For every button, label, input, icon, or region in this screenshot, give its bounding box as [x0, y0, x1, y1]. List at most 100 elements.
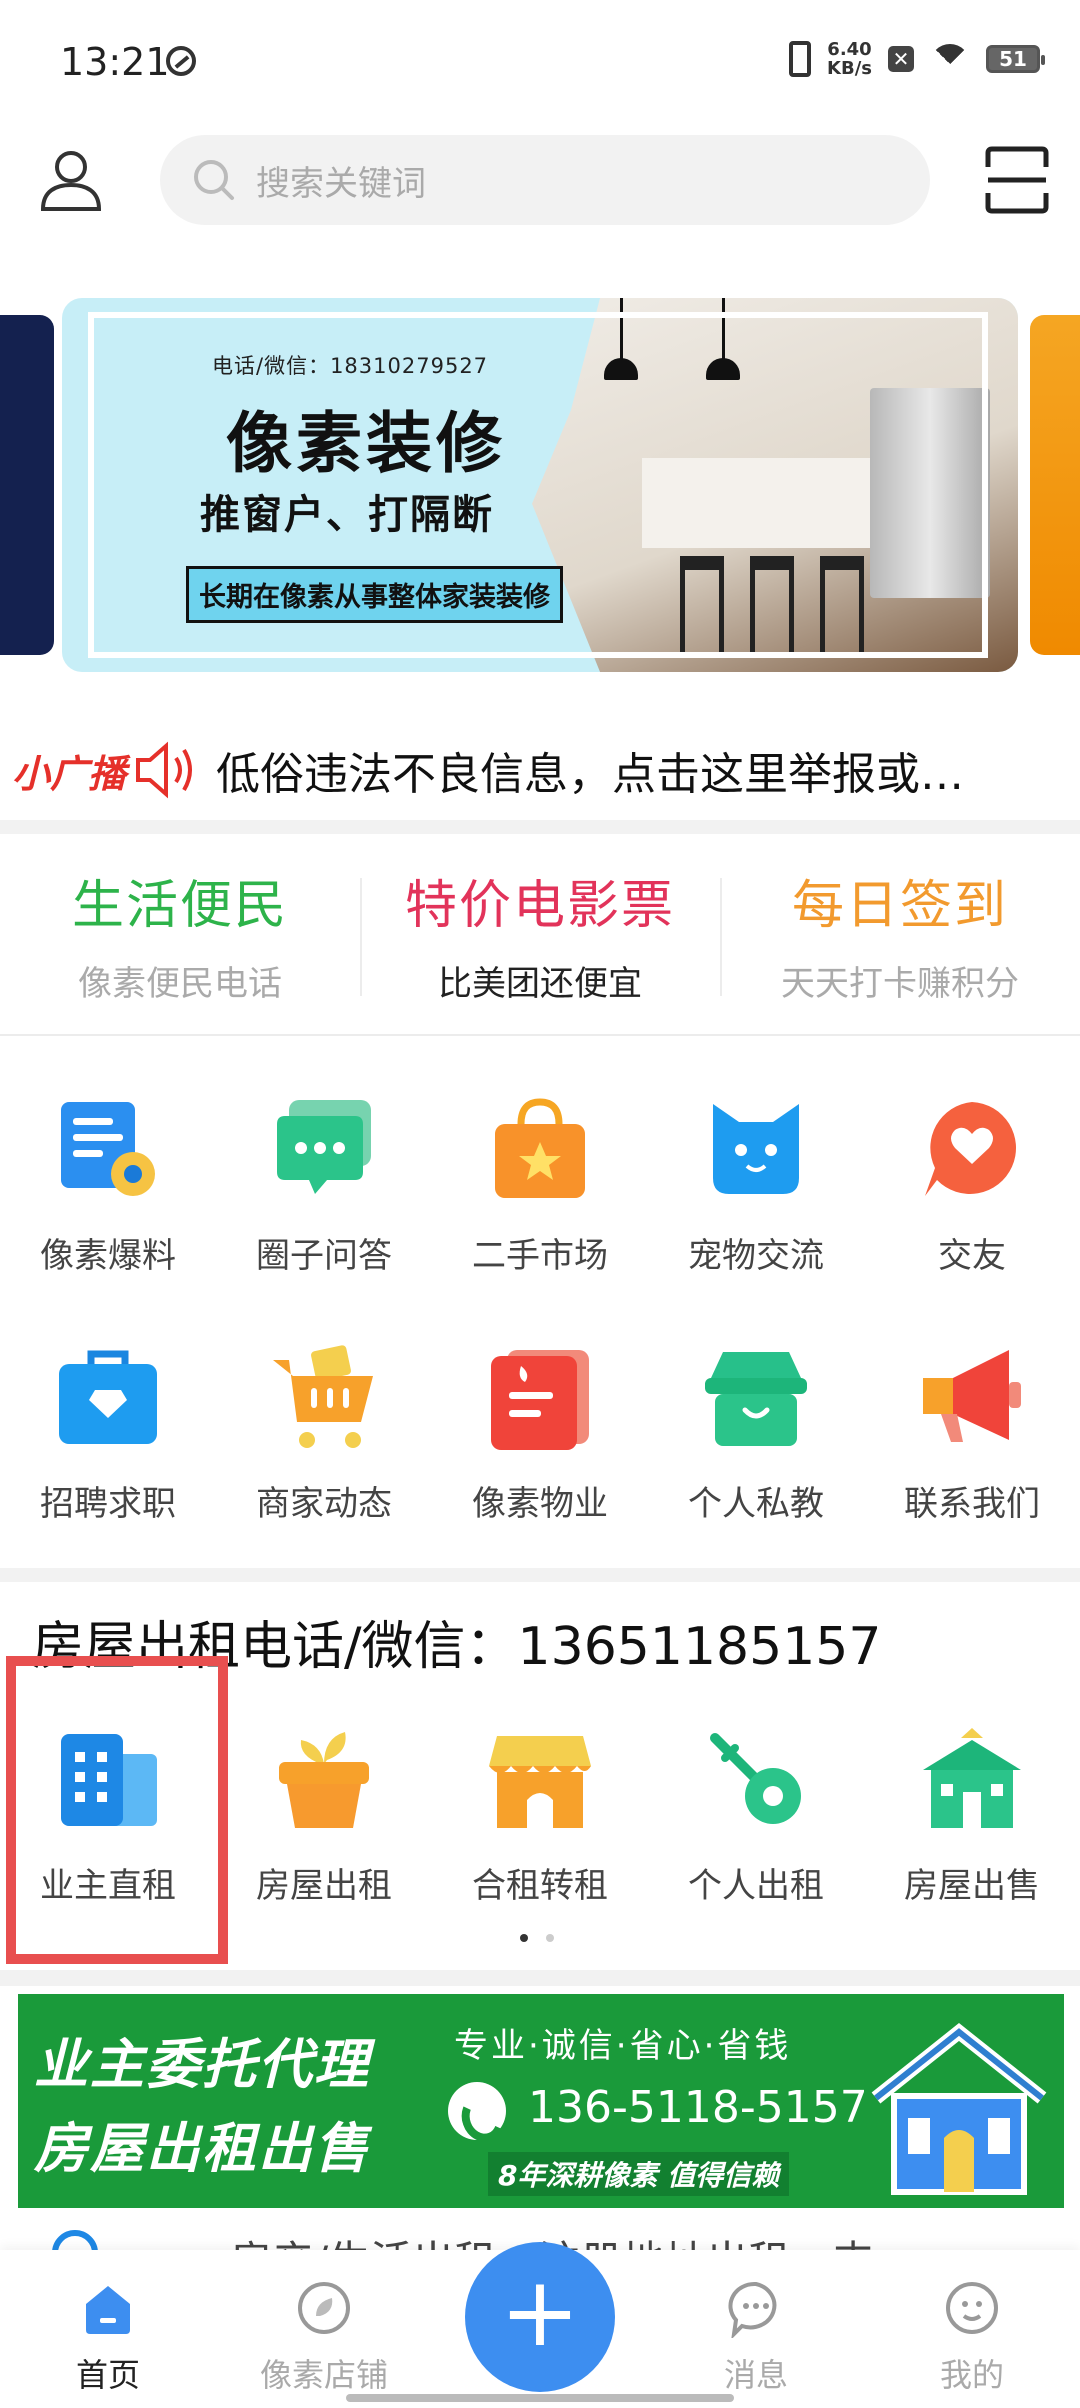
key-icon: [710, 1733, 801, 1824]
ad-slogan: 专业·诚信·省心·省钱: [454, 2026, 792, 2066]
home-icon: [86, 2286, 130, 2334]
section-gap: [0, 1568, 1080, 1582]
grid-label: 宠物交流: [688, 1236, 824, 1276]
grid-label: 房屋出租: [256, 1866, 392, 1906]
grid-label: 二手市场: [472, 1236, 608, 1276]
grid-item-contact-us[interactable]: 联系我们: [864, 1342, 1080, 1525]
page-indicator: [520, 1934, 554, 1942]
leaf-icon: [166, 46, 196, 76]
promo-row: 生活便民 像素便民电话 特价电影票 比美团还便宜 每日签到 天天打卡赚积分: [0, 834, 1080, 1034]
grid-item-qa[interactable]: 圈子问答: [216, 1094, 432, 1277]
page-dot: [546, 1934, 554, 1942]
status-indicators: 6.40 KB/s ✕ 51: [789, 40, 1045, 78]
briefcase-icon: [59, 1350, 157, 1444]
banner-subtitle: 推窗户、打隔断: [200, 492, 494, 538]
grid-label: 招聘求职: [40, 1484, 176, 1524]
grid-item-private-coach[interactable]: 个人私教: [648, 1342, 864, 1525]
nav-label: 首页: [75, 2356, 140, 2394]
battery-icon: 51: [986, 45, 1045, 73]
status-time: 13:21: [60, 40, 170, 84]
grid-label: 个人私教: [688, 1484, 824, 1524]
house-item-rent-out[interactable]: 房屋出租: [216, 1724, 432, 1907]
grid-label: 房屋出售: [904, 1866, 1040, 1906]
nav-label: 像素店铺: [259, 2356, 388, 2394]
banner-next-peek[interactable]: [1030, 315, 1080, 655]
section-gap: [0, 1970, 1080, 1986]
profile-icon: [946, 2282, 998, 2334]
megaphone-icon: [923, 1350, 1021, 1442]
shopping-bag-icon: [495, 1098, 585, 1198]
ad-line-2: 房屋出租出售: [34, 2117, 370, 2180]
plus-icon[interactable]: +: [465, 2242, 615, 2392]
broadcast-notice[interactable]: 小广播 低俗违法不良信息，点击这里举报或…: [0, 720, 1080, 820]
promo-title: 特价电影票: [404, 876, 675, 936]
storefront-icon: [489, 1736, 591, 1828]
notice-text: 低俗违法不良信息，点击这里举报或…: [216, 749, 965, 800]
banner-title: 像素装修: [226, 405, 506, 482]
scan-icon[interactable]: [984, 145, 1050, 215]
feature-grid-row-2: 招聘求职 商家动态 像素物业 个人私教 联系我们: [0, 1342, 1080, 1525]
header: 搜索关键词: [0, 125, 1080, 235]
promo-daily-checkin[interactable]: 每日签到 天天打卡赚积分: [720, 834, 1080, 1034]
section-gap: [0, 820, 1080, 834]
divider: [0, 1034, 1080, 1036]
promo-movie-tickets[interactable]: 特价电影票 比美团还便宜: [360, 834, 720, 1034]
nav-shop[interactable]: 像素店铺: [216, 2250, 432, 2408]
network-speed: 6.40 KB/s: [827, 40, 872, 78]
banner-tag: 长期在像素从事整体家装装修: [186, 566, 563, 623]
wifi-icon: [930, 44, 970, 74]
news-icon: [61, 1102, 155, 1196]
house-item-shared-rent[interactable]: 合租转租: [432, 1724, 648, 1907]
search-icon: [194, 160, 234, 200]
promo-title: 生活便民: [71, 876, 288, 936]
banner-phone: 电话/微信：18310279527: [212, 354, 489, 378]
decoration-banner[interactable]: 电话/微信：18310279527 像素装修 推窗户、打隔断 长期在像素从事整体…: [62, 298, 1018, 672]
nav-messages[interactable]: 消息: [648, 2250, 864, 2408]
shop-icon: [298, 2282, 350, 2334]
grid-item-dating[interactable]: 交友: [864, 1094, 1080, 1277]
promo-life-service[interactable]: 生活便民 像素便民电话: [0, 834, 360, 1034]
notification-x-icon: ✕: [888, 46, 914, 72]
grid-item-property[interactable]: 像素物业: [432, 1342, 648, 1525]
grid-label: 合租转租: [472, 1866, 608, 1906]
grid-item-second-hand[interactable]: 二手市场: [432, 1094, 648, 1277]
user-avatar-icon[interactable]: [38, 147, 104, 213]
nav-add[interactable]: +: [432, 2242, 648, 2408]
grid-label: 像素爆料: [40, 1236, 176, 1276]
grid-label: 像素物业: [472, 1484, 608, 1524]
grid-item-news[interactable]: 像素爆料: [0, 1094, 216, 1277]
grid-item-jobs[interactable]: 招聘求职: [0, 1342, 216, 1525]
house-item-for-sale[interactable]: 房屋出售: [864, 1724, 1080, 1907]
ad-tag: 8年深耕像素 值得信赖: [488, 2152, 790, 2196]
grid-item-merchants[interactable]: 商家动态: [216, 1342, 432, 1525]
nav-home[interactable]: 首页: [0, 2250, 216, 2408]
nav-profile[interactable]: 我的: [864, 2250, 1080, 2408]
grid-item-pets[interactable]: 宠物交流: [648, 1094, 864, 1277]
agency-ad-banner[interactable]: 业主委托代理 房屋出租出售 专业·诚信·省心·省钱 136-5118-5157 …: [18, 1994, 1064, 2208]
feature-grid-row-1: 像素爆料 圈子问答 二手市场 宠物交流 交友: [0, 1094, 1080, 1277]
network-speed-unit: KB/s: [827, 58, 872, 79]
message-icon: [728, 2281, 777, 2338]
home-indicator: [346, 2394, 734, 2402]
chat-bubble-icon: [277, 1100, 371, 1194]
house-item-personal-rent[interactable]: 个人出租: [648, 1724, 864, 1907]
network-speed-value: 6.40: [827, 39, 872, 60]
bottom-nav: 首页 像素店铺 + 消息 我的: [0, 2242, 1080, 2408]
grid-label: 个人出租: [688, 1866, 824, 1906]
page-dot-active: [520, 1934, 528, 1942]
sprout-pot-icon: [279, 1732, 369, 1828]
search-input[interactable]: 搜索关键词: [160, 135, 930, 225]
nav-label: 消息: [723, 2356, 788, 2394]
grid-label: 圈子问答: [256, 1236, 392, 1276]
grid-label: 交友: [938, 1236, 1006, 1276]
grid-label: 商家动态: [256, 1484, 392, 1524]
promo-subtitle: 像素便民电话: [78, 964, 282, 1004]
promo-title: 每日签到: [791, 876, 1008, 936]
promo-subtitle: 比美团还便宜: [438, 964, 642, 1004]
house-illustration-icon: [871, 2023, 1047, 2195]
grid-label: 联系我们: [904, 1484, 1040, 1524]
selection-highlight: [6, 1656, 228, 1964]
shopping-cart-icon: [273, 1345, 373, 1448]
document-icon: [491, 1350, 589, 1450]
banner-prev-peek[interactable]: [0, 315, 54, 655]
